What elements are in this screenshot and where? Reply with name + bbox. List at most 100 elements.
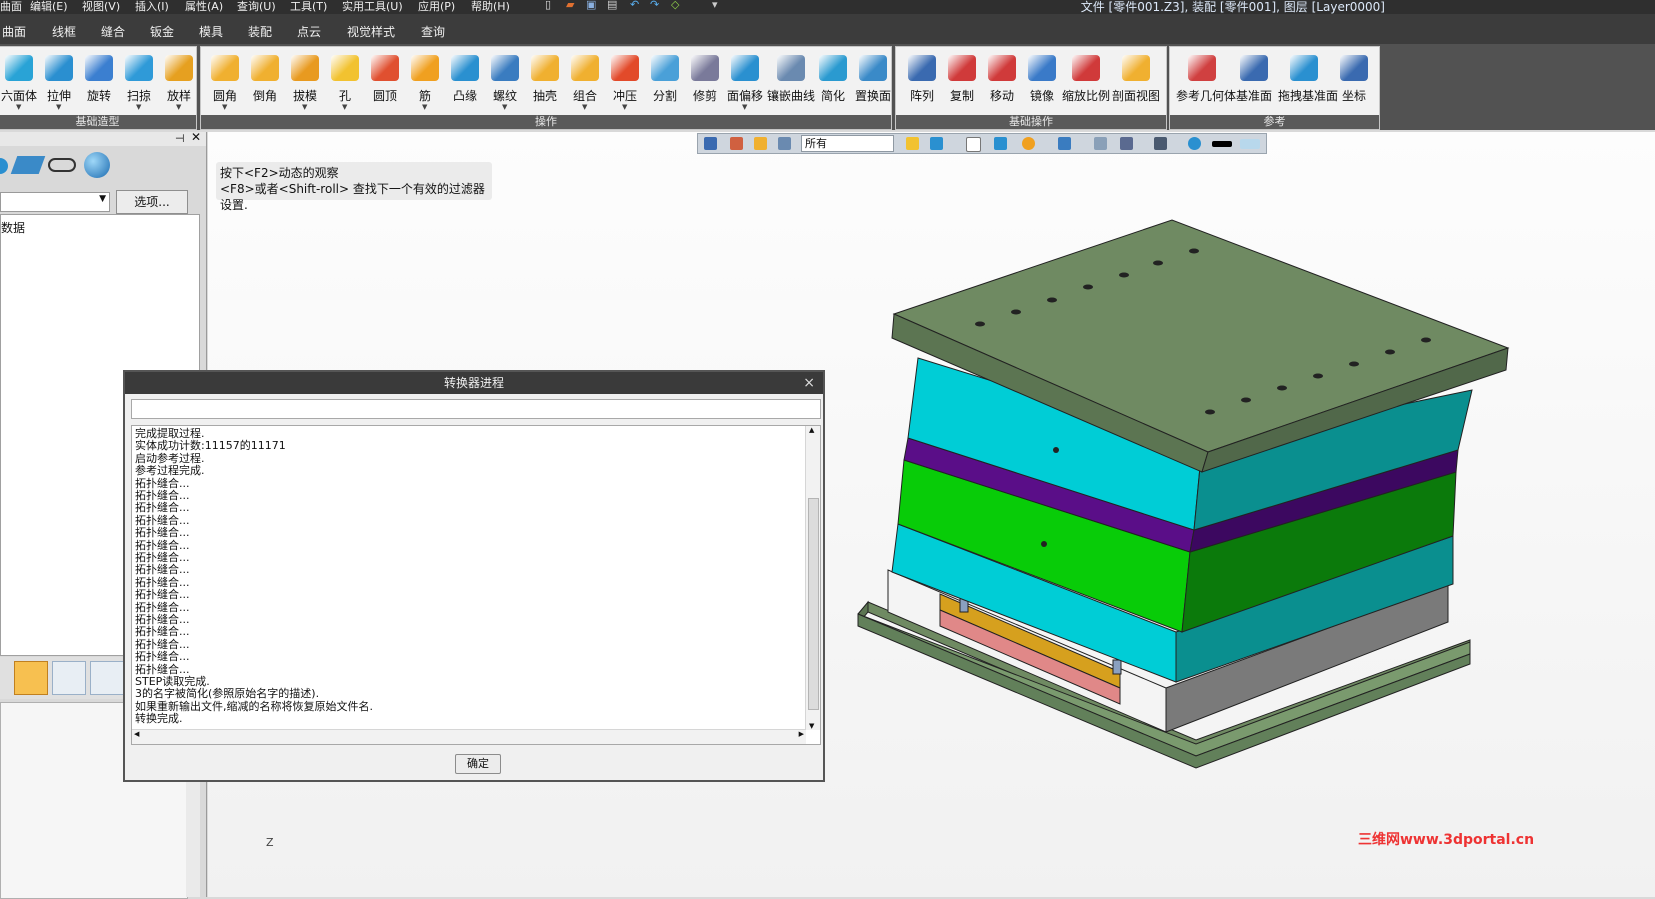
menu-item[interactable]: 属性(A) (185, 0, 223, 14)
structure-view-icon[interactable] (52, 661, 86, 695)
log-line: 拓扑缝合... (135, 563, 190, 577)
scale-button[interactable]: 缩放比例 (1062, 49, 1110, 111)
menu-item[interactable]: 实用工具(U) (342, 0, 403, 14)
tree-node[interactable]: 数据 (1, 219, 25, 236)
screw-hole (1053, 447, 1059, 453)
replace-face-button[interactable]: 置换面 (853, 49, 893, 111)
drag-datum-icon (1290, 55, 1318, 81)
panel-header: ⊣ ✕ (0, 130, 206, 146)
menu-item[interactable]: 插入(I) (135, 0, 169, 14)
dome-icon (371, 55, 399, 81)
log-line: 转换完成. (135, 712, 183, 726)
menu-item[interactable]: 查询(U) (237, 0, 276, 14)
ok-button[interactable]: 确定 (455, 754, 501, 774)
scroll-down-icon[interactable]: ▼ (809, 722, 814, 730)
group-caption: 操作 (201, 115, 891, 129)
group-caption: 基础操作 (896, 115, 1166, 129)
axis-label: Z (266, 836, 274, 849)
horizontal-scrollbar[interactable]: ◀ ▶ (132, 729, 806, 744)
quick-access-dropdown-icon[interactable]: ▾ (712, 0, 718, 11)
ribbon-group-basic-operations: 阵列 复制 移动 镜像 缩放比例 剖面视图 基础操作 (895, 46, 1167, 130)
menu-item[interactable]: 应用(P) (418, 0, 455, 14)
ribbon-tab[interactable]: 钣金 (150, 23, 174, 40)
select-icon[interactable]: ◇ (671, 0, 679, 11)
coordinate-button[interactable]: 坐标 (1334, 49, 1374, 111)
ribbon-tab[interactable]: 装配 (248, 23, 272, 40)
ref-geometry-button[interactable]: 参考几何体 (1176, 49, 1236, 111)
watermark: 三维网www.3dportal.cn (1358, 832, 1535, 848)
ribbon-tab[interactable]: 线框 (52, 23, 76, 40)
menu-item[interactable]: 编辑(E) (30, 0, 68, 14)
filter-select[interactable]: ▼ (0, 192, 110, 212)
ribbon-tab[interactable]: 点云 (297, 23, 321, 40)
new-file-icon[interactable]: ▯ (545, 0, 551, 11)
ribbon-tab[interactable]: 查询 (421, 23, 445, 40)
undo-icon[interactable]: ↶ (630, 0, 639, 11)
tree-view-icon[interactable] (14, 661, 48, 695)
ribbon-group-reference: 参考几何体 基准面 拖拽基准面 坐标 参考 (1169, 46, 1380, 130)
menu-item[interactable]: 视图(V) (82, 0, 120, 14)
coordinate-icon (1340, 55, 1368, 81)
screw-hole (1041, 541, 1047, 547)
menu-item[interactable]: 帮助(H) (471, 0, 510, 14)
mirror-icon (1028, 55, 1056, 81)
section-view-button[interactable]: 剖面视图 (1112, 49, 1160, 111)
menu-item[interactable]: 曲面 (0, 0, 22, 14)
lip-icon (451, 55, 479, 81)
ribbon-tab[interactable]: 视觉样式 (347, 23, 395, 40)
inlay-curve-icon (777, 55, 805, 81)
shell-icon (531, 55, 559, 81)
menu-item[interactable]: 工具(T) (290, 0, 327, 14)
log-line: 拓扑缝合... (135, 501, 190, 515)
rib-icon (411, 55, 439, 81)
draft-icon (291, 55, 319, 81)
group-caption: 基础造型 (0, 115, 196, 129)
drag-datum-button[interactable]: 拖拽基准面 (1278, 49, 1338, 111)
ribbon-group-basic-shapes: 六面体 ▼ 拉伸 ▼ 旋转 扫掠 ▼ 放样 ▼ 基础造型 (0, 46, 197, 130)
sphere-icon[interactable] (84, 152, 110, 178)
layer-icon[interactable] (10, 156, 46, 174)
close-icon[interactable]: × (803, 372, 815, 394)
inlay-curve-button[interactable]: 镶嵌曲线 (767, 49, 815, 111)
datum-plane-button[interactable]: 基准面 (1234, 49, 1274, 111)
options-button[interactable]: 选项... (116, 190, 188, 214)
log-line: 拓扑缝合... (135, 625, 190, 639)
glasses-icon[interactable] (48, 158, 76, 172)
face-offset-icon (731, 55, 759, 81)
combine-icon (571, 55, 599, 81)
ejector-pin (1112, 659, 1122, 675)
dialog-title: 转换器进程 (443, 376, 504, 390)
revolve-icon (85, 55, 113, 81)
scroll-up-icon[interactable]: ▲ (809, 426, 814, 434)
pin-icon[interactable]: ⊣ (175, 132, 185, 145)
print-icon[interactable]: ▤ (607, 0, 617, 11)
face-offset-button[interactable]: 面偏移 ▼ (725, 49, 765, 111)
close-icon[interactable]: ✕ (191, 130, 201, 144)
save-icon[interactable]: ▣ (586, 0, 596, 11)
redo-icon[interactable]: ↷ (650, 0, 659, 11)
mirror-button[interactable]: 镜像 (1022, 49, 1062, 111)
log-line: 3的名字被简化(参照原始名字的描述). (135, 687, 320, 701)
open-file-icon[interactable]: ▰ (566, 0, 574, 11)
ribbon-tab-bar: 曲面 线框 缝合 钣金 模具 装配 点云 视觉样式 查询 (0, 14, 1655, 44)
box-icon (5, 55, 33, 81)
hierarchy-view-icon[interactable] (90, 661, 124, 695)
chevron-down-icon[interactable]: ▼ (99, 194, 106, 204)
log-output[interactable]: 完成提取过程. 实体成功计数:11157的11171 启动参考过程. 参考过程完成. 拓… (131, 425, 821, 745)
section-view-icon (1122, 55, 1150, 81)
extrude-icon (45, 55, 73, 81)
loft-button[interactable]: 放样 ▼ (159, 49, 199, 111)
ribbon-group-operations: 圆角 ▼ 倒角 拔模 ▼ 孔 ▼ 圆顶 筋 ▼ 凸缘 螺纹 ▼ 抽壳 组合 ▼ 冲压 ▼ 分割… (200, 46, 892, 130)
scroll-right-icon[interactable]: ▶ (799, 730, 804, 738)
trim-icon (691, 55, 719, 81)
scroll-left-icon[interactable]: ◀ (134, 730, 139, 738)
ribbon-tab[interactable]: 模具 (199, 23, 223, 40)
history-icon[interactable] (0, 158, 8, 174)
converter-progress-dialog: 转换器进程 × 完成提取过程. 实体成功计数:11157的11171 启动参考过程.… (123, 370, 825, 782)
scroll-thumb[interactable] (808, 498, 819, 710)
dialog-title-bar[interactable]: 转换器进程 × (125, 372, 823, 394)
ribbon-tab[interactable]: 缝合 (101, 23, 125, 40)
datum-plane-icon (1240, 55, 1268, 81)
vertical-scrollbar[interactable]: ▲ ▼ (805, 426, 820, 730)
ribbon-tab[interactable]: 曲面 (2, 23, 26, 40)
